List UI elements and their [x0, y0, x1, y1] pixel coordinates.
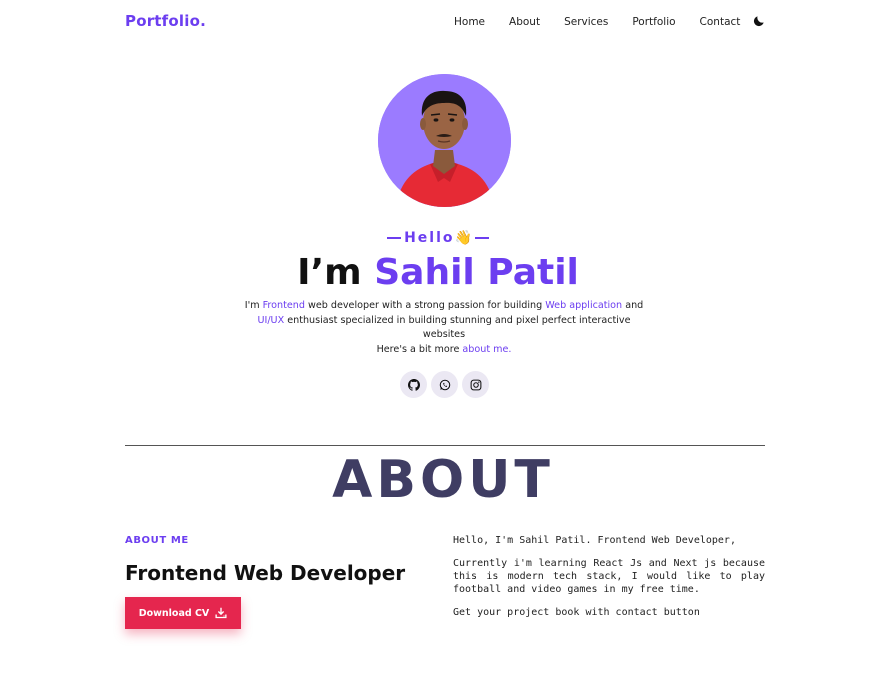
social-links: [400, 371, 493, 398]
moon-icon[interactable]: [752, 14, 766, 28]
about-me-label: ABOUT ME: [125, 535, 189, 546]
download-cv-label: Download CV: [138, 607, 210, 619]
desc-text: web developer with a strong passion for …: [304, 300, 546, 311]
navbar: Portfolio. Home About Services Portfolio…: [0, 0, 876, 44]
greeting-text: Hello: [404, 230, 455, 246]
desc-text: enthusiast specialized in building stunn…: [284, 314, 631, 341]
hero-title: I’m Sahil Patil: [0, 252, 876, 293]
greeting-dash-left: [387, 237, 402, 239]
about-paragraph: Currently i'm learning React Js and Next…: [453, 558, 765, 595]
role-title: Frontend Web Developer: [125, 561, 406, 585]
github-icon: [407, 378, 420, 391]
site-logo[interactable]: Portfolio.: [125, 12, 206, 30]
about-paragraph: Get your project book with contact butto…: [453, 607, 700, 618]
hero-title-name: Sahil Patil: [374, 252, 579, 293]
wave-emoji: 👋: [454, 230, 472, 246]
instagram-button[interactable]: [462, 371, 489, 398]
about-me-link[interactable]: about me.: [462, 344, 511, 355]
hero-description: I'm Frontend web developer with a strong…: [238, 299, 650, 357]
instagram-icon: [470, 379, 481, 390]
nav-menu: Home About Services Portfolio Contact: [454, 16, 740, 28]
desc-text: and: [622, 300, 644, 311]
download-icon: [215, 607, 227, 619]
download-cv-button[interactable]: Download CV: [125, 597, 241, 629]
about-heading: ABOUT: [332, 450, 554, 510]
about-text: Hello, I'm Sahil Patil. Frontend Web Dev…: [453, 534, 765, 629]
nav-item-services[interactable]: Services: [564, 16, 608, 28]
web-app-highlight: Web application: [545, 300, 623, 311]
about-paragraph: Hello, I'm Sahil Patil. Frontend Web Dev…: [453, 535, 736, 546]
greeting: Hello👋: [0, 230, 876, 246]
section-divider: [125, 445, 765, 446]
github-button[interactable]: [400, 371, 427, 398]
desc-text: Here's a bit more: [376, 343, 463, 355]
desc-text: I'm: [244, 300, 263, 311]
nav-item-about[interactable]: About: [509, 16, 540, 28]
greeting-dash-right: [474, 237, 489, 239]
nav-item-contact[interactable]: Contact: [700, 16, 741, 28]
frontend-highlight: Frontend: [262, 300, 305, 311]
nav-item-home[interactable]: Home: [454, 16, 485, 28]
profile-photo: [378, 74, 511, 207]
whatsapp-icon: [439, 379, 450, 390]
nav-item-portfolio[interactable]: Portfolio: [632, 16, 675, 28]
whatsapp-button[interactable]: [431, 371, 458, 398]
hero-title-prefix: I’m: [297, 252, 375, 293]
uiux-highlight: UI/UX: [257, 314, 285, 326]
